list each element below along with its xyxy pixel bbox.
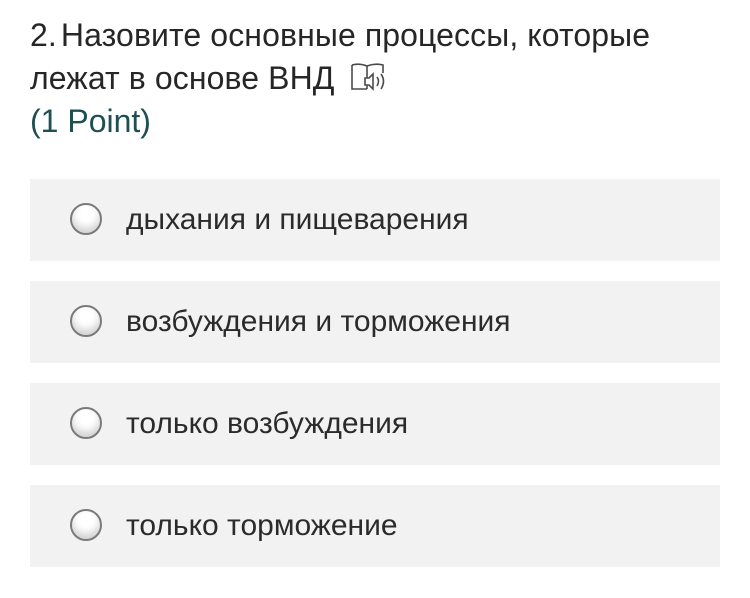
radio-button[interactable]: [70, 305, 102, 337]
answer-option-label: дыхания и пищеварения: [126, 203, 469, 236]
answer-option-label: только возбуждения: [126, 407, 409, 440]
answer-options: дыхания и пищеварения возбуждения и торм…: [30, 179, 720, 587]
answer-option-2[interactable]: возбуждения и торможения: [30, 281, 720, 363]
answer-option-label: только торможение: [126, 509, 398, 542]
answer-option-label: возбуждения и торможения: [126, 305, 511, 338]
question-block: 2. Назовите основные процессы, которые ле…: [30, 14, 720, 143]
immersive-reader-icon[interactable]: [349, 61, 391, 95]
answer-option-1[interactable]: дыхания и пищеварения: [30, 179, 720, 261]
answer-option-4[interactable]: только торможение: [30, 485, 720, 567]
radio-button[interactable]: [70, 407, 102, 439]
answer-option-3[interactable]: только возбуждения: [30, 383, 720, 465]
question-title: 2. Назовите основные процессы, которые ле…: [30, 14, 720, 100]
radio-button[interactable]: [70, 203, 102, 235]
question-points: (1 Point): [30, 103, 151, 139]
question-text: Назовите основные процессы, которые лежа…: [30, 17, 651, 96]
question-number: 2.: [30, 17, 57, 53]
radio-button[interactable]: [70, 509, 102, 541]
